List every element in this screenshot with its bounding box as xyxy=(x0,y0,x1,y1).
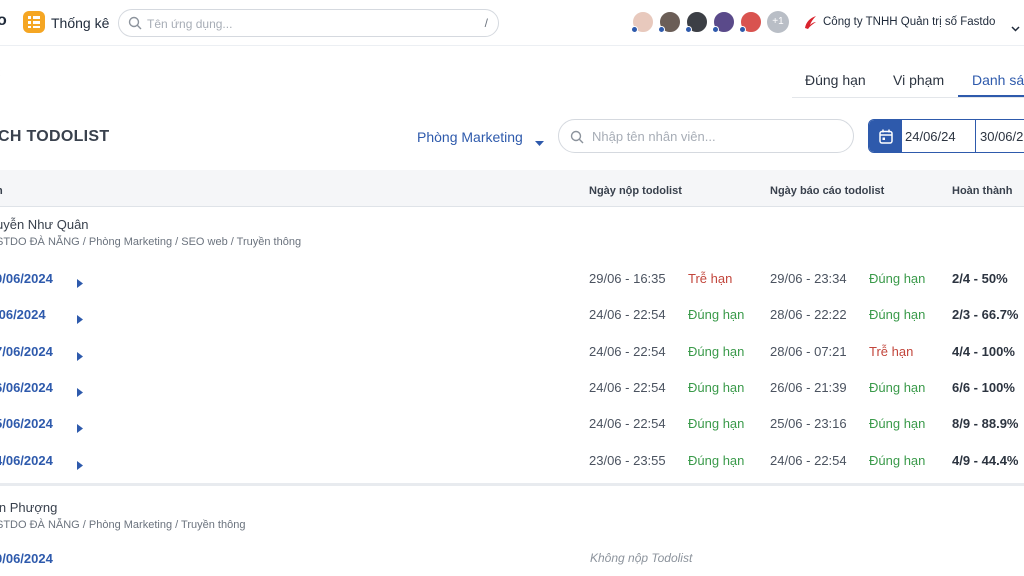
back-arrow-icon[interactable]: ‹ xyxy=(0,64,1,80)
table-row[interactable]: 0/06/2024 Không nộp Todolist xyxy=(0,545,1024,576)
table-header: n Ngày nộp todolist Ngày báo cáo todolis… xyxy=(0,170,1024,207)
calendar-button[interactable] xyxy=(869,120,902,152)
view-tabs: Đúng hạn Vi phạm Danh sá xyxy=(792,62,1024,98)
group-divider xyxy=(0,483,1024,486)
report-status: Đúng hạn xyxy=(869,380,926,395)
avatar[interactable] xyxy=(658,11,681,33)
submit-time: 24/06 - 22:54 xyxy=(589,380,666,395)
expand-caret-icon[interactable] xyxy=(77,384,83,402)
submit-time: 24/06 - 22:54 xyxy=(589,416,666,431)
no-todolist-note: Không nộp Todolist xyxy=(590,551,693,565)
employee-search-box[interactable] xyxy=(558,119,854,153)
table-row[interactable]: 5/06/2024 24/06 - 22:54 Đúng hạn 25/06 -… xyxy=(0,410,1024,446)
app-logo[interactable]: o xyxy=(0,12,7,30)
table-row[interactable]: 6/06/2024 24/06 - 22:54 Đúng hạn 26/06 -… xyxy=(0,374,1024,410)
company-logo-icon xyxy=(802,14,818,35)
department-select[interactable]: Phòng Marketing xyxy=(417,129,523,145)
completion-rate: 2/4 - 50% xyxy=(952,271,1008,286)
table-row[interactable]: 7/06/2024 24/06 - 22:54 Đúng hạn 28/06 -… xyxy=(0,338,1024,374)
report-time: 28/06 - 22:22 xyxy=(770,307,847,322)
company-name[interactable]: Công ty TNHH Quản trị số Fastdo xyxy=(823,16,995,28)
tab-violations[interactable]: Vi phạm xyxy=(893,72,944,88)
app-search-box[interactable]: / xyxy=(118,9,499,37)
date-to-field[interactable]: 30/06/2 xyxy=(980,129,1023,144)
row-date-link[interactable]: 4/06/2024 xyxy=(0,453,53,468)
row-date-link[interactable]: 0/06/2024 xyxy=(0,551,53,566)
search-shortcut-hint: / xyxy=(484,16,488,30)
expand-caret-icon[interactable] xyxy=(77,275,83,293)
search-icon xyxy=(570,130,584,144)
search-icon xyxy=(128,16,142,30)
avatar[interactable] xyxy=(631,11,654,33)
avatar[interactable] xyxy=(712,11,735,33)
submit-status: Đúng hạn xyxy=(688,344,745,359)
column-header-report-date: Ngày báo cáo todolist xyxy=(770,185,885,197)
employee-name: in Phượng xyxy=(0,500,58,515)
tab-list[interactable]: Danh sá xyxy=(972,72,1024,88)
report-time: 28/06 - 07:21 xyxy=(770,344,847,359)
expand-caret-icon[interactable] xyxy=(77,420,83,438)
table-row[interactable]: 4/06/2024 23/06 - 23:55 Đúng hạn 24/06 -… xyxy=(0,447,1024,483)
column-header-name: n xyxy=(0,185,3,197)
submit-status: Trễ hạn xyxy=(688,271,733,286)
row-date-link[interactable]: 6/06/2024 xyxy=(0,380,53,395)
date-range-picker[interactable]: 24/06/24 30/06/2 xyxy=(868,119,1024,153)
column-header-submit-date: Ngày nộp todolist xyxy=(589,185,682,197)
employee-org-path: STDO ĐÀ NẴNG / Phòng Marketing / SEO web… xyxy=(0,236,302,248)
submit-status: Đúng hạn xyxy=(688,453,745,468)
chevron-down-icon[interactable] xyxy=(1011,19,1020,37)
expand-caret-icon[interactable] xyxy=(77,348,83,366)
submit-time: 24/06 - 22:54 xyxy=(589,307,666,322)
submit-time: 24/06 - 22:54 xyxy=(589,344,666,359)
app-search-input[interactable] xyxy=(147,15,467,32)
more-members-badge[interactable]: +1 xyxy=(767,11,789,33)
row-date-link[interactable]: 7/06/2024 xyxy=(0,344,53,359)
row-date-link[interactable]: 5/06/2024 xyxy=(0,416,53,431)
avatar[interactable] xyxy=(739,11,762,33)
report-status: Đúng hạn xyxy=(869,453,926,468)
calendar-icon xyxy=(879,129,893,144)
report-status: Đúng hạn xyxy=(869,271,926,286)
page-title: CH TODOLIST xyxy=(0,128,110,145)
expand-caret-icon[interactable] xyxy=(77,457,83,475)
employee-org-path: STDO ĐÀ NẴNG / Phòng Marketing / Truyền … xyxy=(0,519,246,531)
date-from-field[interactable]: 24/06/24 xyxy=(905,129,956,144)
row-date-link[interactable]: /06/2024 xyxy=(0,307,46,322)
completion-rate: 6/6 - 100% xyxy=(952,380,1015,395)
report-time: 29/06 - 23:34 xyxy=(770,271,847,286)
app-title[interactable]: Thống kê xyxy=(51,15,109,31)
report-status: Trễ hạn xyxy=(869,344,914,359)
table-row[interactable]: 0/06/2024 29/06 - 16:35 Trễ hạn 29/06 - … xyxy=(0,265,1024,301)
table-row[interactable]: /06/2024 24/06 - 22:54 Đúng hạn 28/06 - … xyxy=(0,301,1024,337)
completion-rate: 4/9 - 44.4% xyxy=(952,453,1019,468)
statistics-app-icon xyxy=(23,11,45,33)
employee-name: uyễn Như Quân xyxy=(0,217,89,232)
submit-status: Đúng hạn xyxy=(688,307,745,322)
submit-time: 29/06 - 16:35 xyxy=(589,271,666,286)
active-tab-indicator xyxy=(958,95,1024,97)
report-status: Đúng hạn xyxy=(869,416,926,431)
report-time: 25/06 - 23:16 xyxy=(770,416,847,431)
date-divider xyxy=(975,120,976,152)
completion-rate: 8/9 - 88.9% xyxy=(952,416,1019,431)
submit-status: Đúng hạn xyxy=(688,380,745,395)
completion-rate: 4/4 - 100% xyxy=(952,344,1015,359)
report-time: 26/06 - 21:39 xyxy=(770,380,847,395)
submit-time: 23/06 - 23:55 xyxy=(589,453,666,468)
top-bar: o Thống kê / +1 Công ty TNHH Quản trị số… xyxy=(0,0,1024,46)
submit-status: Đúng hạn xyxy=(688,416,745,431)
tab-on-time[interactable]: Đúng hạn xyxy=(805,72,866,88)
row-date-link[interactable]: 0/06/2024 xyxy=(0,271,53,286)
expand-caret-icon[interactable] xyxy=(77,311,83,329)
report-status: Đúng hạn xyxy=(869,307,926,322)
caret-down-icon[interactable] xyxy=(535,134,544,152)
report-time: 24/06 - 22:54 xyxy=(770,453,847,468)
column-header-completion: Hoàn thành xyxy=(952,185,1013,197)
avatar[interactable] xyxy=(685,11,708,33)
completion-rate: 2/3 - 66.7% xyxy=(952,307,1019,322)
employee-search-input[interactable] xyxy=(592,128,842,145)
